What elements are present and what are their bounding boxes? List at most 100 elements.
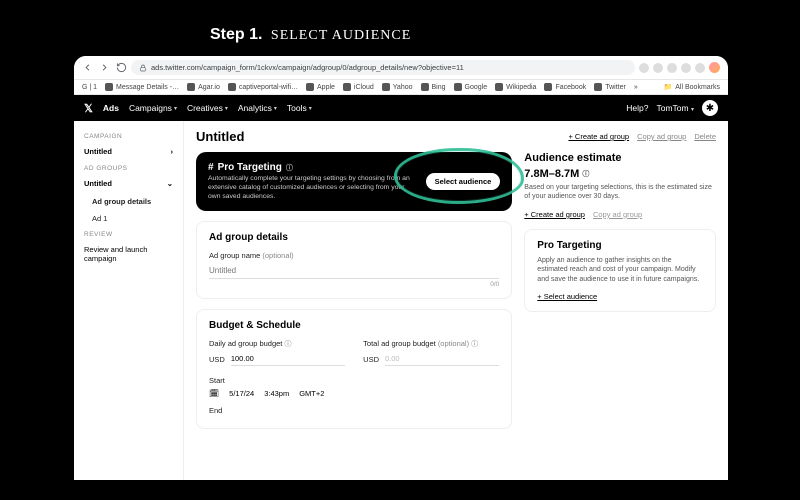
brand-label: Ads	[103, 103, 119, 113]
sidebar-sub-details[interactable]: Ad group details	[74, 193, 183, 210]
bookmark-overflow[interactable]: »	[634, 84, 638, 91]
ext-icon[interactable]	[681, 63, 691, 73]
budget-row: Daily ad group budget ⓘ USD Total ad gro…	[209, 339, 499, 366]
total-budget-input[interactable]	[385, 352, 499, 366]
name-label: Ad group name (optional)	[209, 251, 499, 260]
copy-adgroup-link[interactable]: Copy ad group	[637, 132, 686, 141]
select-audience-button[interactable]: Select audience	[426, 173, 501, 190]
info-icon[interactable]: ⓘ	[471, 341, 478, 348]
tutorial-caption: Step 1. Select Audience	[210, 26, 411, 44]
timezone: GMT+2	[299, 389, 324, 398]
start-time[interactable]: 3:43pm	[264, 389, 289, 398]
back-icon[interactable]	[82, 62, 93, 73]
favicon-icon	[187, 83, 195, 91]
bookmark-item[interactable]: Bing	[421, 83, 446, 91]
create-adgroup-link[interactable]: + Create ad group	[568, 132, 629, 141]
settings-gear-icon[interactable]: ✱	[702, 100, 718, 116]
left-column: #Pro Targetingⓘ Automatically complete y…	[196, 152, 512, 429]
calendar-icon[interactable]: 🗓	[209, 389, 219, 398]
bookmark-label: Bing	[432, 84, 446, 91]
title-actions: + Create ad group Copy ad group Delete	[568, 132, 716, 141]
browser-toolbar: ads.twitter.com/campaign_form/1ckvx/camp…	[74, 56, 728, 80]
step-title: Select Audience	[271, 28, 411, 43]
menu-label: Tools	[287, 103, 307, 113]
label-text: Ad group name	[209, 251, 260, 260]
sidebar-sub-ad1[interactable]: Ad 1	[74, 210, 183, 227]
bookmark-item[interactable]: captiveportal-wifi…	[228, 83, 298, 91]
sidebar-group-adgroups: AD GROUPS	[74, 161, 183, 174]
chevron-down-icon: ▾	[274, 105, 277, 112]
range-value: 7.8M–8.7M	[524, 168, 579, 180]
nav-icons	[82, 62, 127, 73]
bookmark-item[interactable]: Agar.io	[187, 83, 220, 91]
sidebar: CAMPAIGN Untitled› AD GROUPS Untitled⌄ A…	[74, 121, 184, 480]
select-audience-link[interactable]: + Select audience	[537, 292, 597, 301]
estimate-desc: Based on your targeting selections, this…	[524, 183, 716, 202]
bookmark-item[interactable]: Wikipedia	[495, 83, 536, 91]
columns: #Pro Targetingⓘ Automatically complete y…	[196, 152, 716, 429]
favicon-icon	[495, 83, 503, 91]
menu-campaigns[interactable]: Campaigns▾	[129, 103, 177, 113]
reload-icon[interactable]	[116, 62, 127, 73]
estimate-actions: + Create ad group Copy ad group	[524, 210, 716, 219]
profile-avatar-icon[interactable]	[709, 62, 720, 73]
account-switcher[interactable]: TomTom ▾	[656, 103, 694, 113]
lock-icon	[139, 64, 147, 72]
bookmark-item[interactable]: Message Details -…	[105, 83, 179, 91]
bookmark-item[interactable]: Apple	[306, 83, 335, 91]
ext-icon[interactable]	[639, 63, 649, 73]
bookmark-item[interactable]: Twitter	[594, 83, 626, 91]
sidebar-item-label: Untitled	[84, 179, 112, 188]
char-counter: 0/0	[209, 281, 499, 288]
favicon-icon	[454, 83, 462, 91]
ext-icon[interactable]	[653, 63, 663, 73]
favicon-icon	[105, 83, 113, 91]
page-title: Untitled	[196, 129, 244, 144]
menu-tools[interactable]: Tools▾	[287, 103, 312, 113]
bookmark-item[interactable]: iCloud	[343, 83, 374, 91]
total-label: Total ad group budget (optional) ⓘ	[363, 339, 499, 349]
menu-analytics[interactable]: Analytics▾	[238, 103, 277, 113]
bookmark-item[interactable]: Yahoo	[382, 83, 413, 91]
favicon-icon	[306, 83, 314, 91]
audience-estimate: Audience estimate 7.8M–8.7Mⓘ Based on yo…	[524, 152, 716, 219]
info-icon[interactable]: ⓘ	[284, 341, 291, 348]
card-heading: Ad group details	[209, 232, 499, 243]
bookmark-item[interactable]: Google	[454, 83, 488, 91]
x-logo-icon[interactable]: 𝕏	[84, 102, 93, 115]
app-menu: Campaigns▾ Creatives▾ Analytics▾ Tools▾	[129, 103, 312, 113]
create-adgroup-link[interactable]: + Create ad group	[524, 210, 585, 219]
info-icon[interactable]: ⓘ	[286, 163, 293, 173]
delete-link[interactable]: Delete	[694, 132, 716, 141]
adgroup-name-input[interactable]	[209, 263, 499, 279]
pro-targeting-side: Pro Targeting Apply an audience to gathe…	[524, 229, 716, 312]
ext-icon[interactable]	[695, 63, 705, 73]
menu-label: Campaigns	[129, 103, 172, 113]
app-body: CAMPAIGN Untitled› AD GROUPS Untitled⌄ A…	[74, 121, 728, 480]
budget-card: Budget & Schedule Daily ad group budget …	[196, 309, 512, 429]
currency-label: USD	[209, 355, 225, 364]
sidebar-item-campaign[interactable]: Untitled›	[74, 142, 183, 161]
bookmark-label: Apple	[317, 84, 335, 91]
help-link[interactable]: Help?	[626, 103, 648, 113]
sidebar-item-label: Untitled	[84, 147, 112, 156]
bookmark-label: Google	[465, 84, 488, 91]
forward-icon[interactable]	[99, 62, 110, 73]
all-bookmarks[interactable]: 📁 All Bookmarks	[664, 83, 720, 91]
sidebar-item-adgroup[interactable]: Untitled⌄	[74, 174, 183, 193]
url-bar[interactable]: ads.twitter.com/campaign_form/1ckvx/camp…	[131, 60, 635, 75]
copy-adgroup-link[interactable]: Copy ad group	[593, 210, 642, 219]
info-icon[interactable]: ⓘ	[582, 169, 589, 179]
chevron-down-icon: ▾	[309, 105, 312, 112]
menu-creatives[interactable]: Creatives▾	[187, 103, 228, 113]
favicon-icon	[382, 83, 390, 91]
estimate-range: 7.8M–8.7Mⓘ	[524, 168, 716, 180]
favicon-icon	[343, 83, 351, 91]
bookmark-item[interactable]: Facebook	[544, 83, 586, 91]
start-date[interactable]: 5/17/24	[229, 389, 254, 398]
daily-budget-input[interactable]	[231, 352, 345, 366]
optional-text: (optional)	[438, 339, 469, 348]
sidebar-item-review[interactable]: Review and launch campaign	[74, 240, 183, 268]
sidebar-item-label: Review and launch campaign	[84, 245, 173, 263]
ext-icon[interactable]	[667, 63, 677, 73]
